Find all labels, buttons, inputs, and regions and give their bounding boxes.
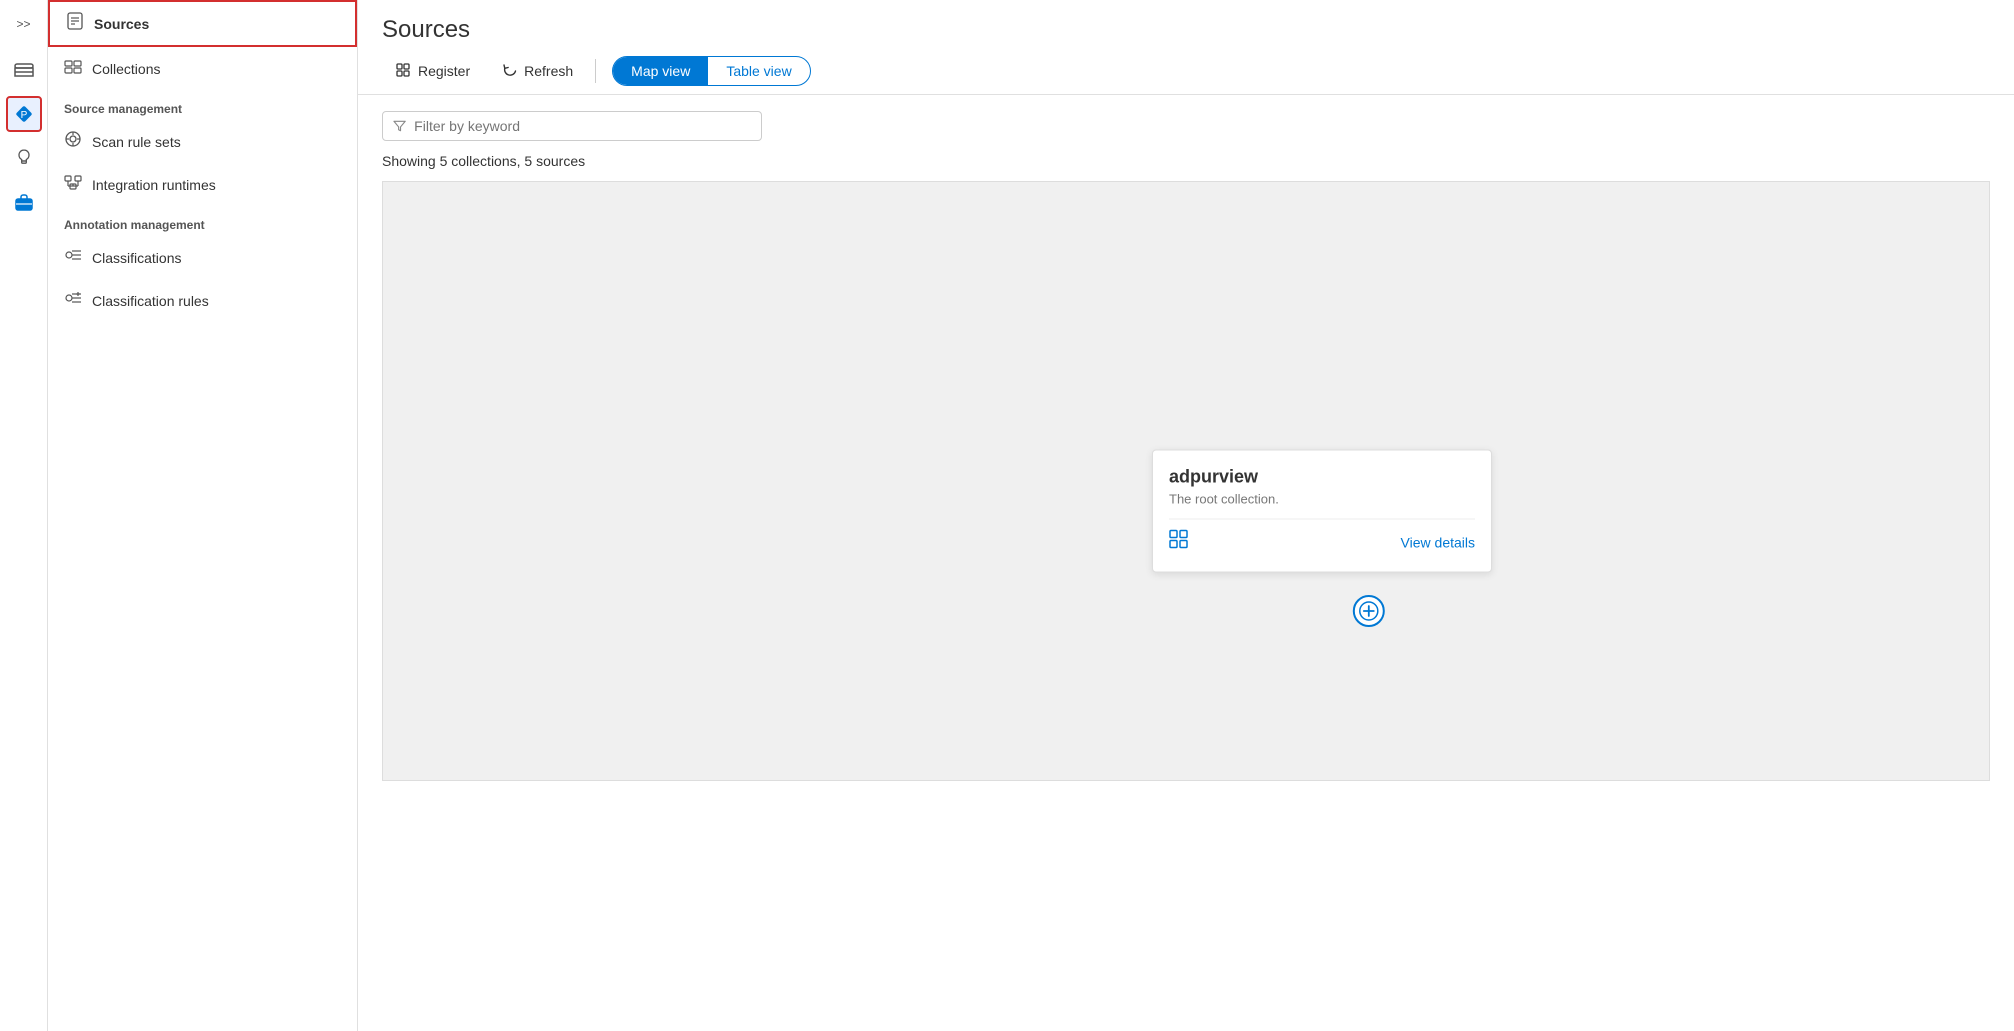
insights-nav-button[interactable] (6, 140, 42, 176)
sources-icon (66, 12, 84, 35)
sources-label: Sources (94, 16, 149, 32)
toolbar: Register Refresh Map view Table view (382, 56, 1990, 94)
register-icon (396, 63, 412, 79)
purview-diamond-icon: P (13, 103, 35, 125)
refresh-button[interactable]: Refresh (488, 57, 587, 85)
classifications-label: Classifications (92, 250, 181, 266)
view-details-link[interactable]: View details (1401, 534, 1475, 550)
toolbar-divider (595, 59, 596, 83)
integration-runtimes-label: Integration runtimes (92, 177, 216, 193)
node-grid-icon (1169, 529, 1189, 555)
svg-text:P: P (20, 110, 27, 121)
scan-rule-sets-icon (64, 130, 82, 153)
table-view-button[interactable]: Table view (708, 57, 809, 85)
collections-icon (64, 57, 82, 80)
database-icon (13, 59, 35, 81)
content-area: Showing 5 collections, 5 sources adpurvi… (358, 95, 2014, 1031)
root-collection-card: adpurview The root collection. View deta… (1152, 449, 1492, 572)
page-title: Sources (382, 16, 1990, 44)
page-header: Sources Register Refresh (358, 0, 2014, 95)
annotation-management-section: Annotation management (48, 206, 357, 236)
source-management-section: Source management (48, 90, 357, 120)
add-child-button[interactable] (1353, 595, 1385, 627)
refresh-icon (502, 63, 518, 79)
sidebar: Sources Collections Source management (48, 0, 358, 1031)
sidebar-item-scan-rule-sets[interactable]: Scan rule sets (48, 120, 357, 163)
view-toggle: Map view Table view (612, 56, 811, 86)
lightbulb-icon (13, 147, 35, 169)
collections-label: Collections (92, 61, 160, 77)
classification-rules-icon (64, 289, 82, 312)
purview-nav-button[interactable]: P (6, 96, 42, 132)
icon-rail: >> P (0, 0, 48, 1031)
node-title: adpurview (1169, 466, 1475, 487)
integration-runtimes-icon (64, 173, 82, 196)
briefcase-icon (13, 191, 35, 213)
map-view-area[interactable]: adpurview The root collection. View deta… (382, 181, 1990, 781)
filter-icon (393, 119, 406, 133)
register-button[interactable]: Register (382, 57, 484, 85)
classification-rules-label: Classification rules (92, 293, 209, 309)
sidebar-item-sources[interactable]: Sources (48, 0, 357, 47)
data-catalog-nav-button[interactable] (6, 52, 42, 88)
main-content: Sources Register Refresh (358, 0, 2014, 1031)
sidebar-item-classifications[interactable]: Classifications (48, 236, 357, 279)
showing-label: Showing 5 collections, 5 sources (382, 153, 1990, 169)
sidebar-item-collections[interactable]: Collections (48, 47, 357, 90)
management-nav-button[interactable] (6, 184, 42, 220)
filter-bar (382, 111, 762, 141)
classifications-icon (64, 246, 82, 269)
sidebar-item-classification-rules[interactable]: Classification rules (48, 279, 357, 322)
filter-input[interactable] (414, 118, 751, 134)
sidebar-item-integration-runtimes[interactable]: Integration runtimes (48, 163, 357, 206)
node-subtitle: The root collection. (1169, 491, 1475, 506)
rail-toggle-button[interactable]: >> (12, 12, 36, 36)
plus-icon (1359, 601, 1379, 621)
scan-rule-sets-label: Scan rule sets (92, 134, 181, 150)
map-view-button[interactable]: Map view (613, 57, 708, 85)
node-card-footer: View details (1169, 518, 1475, 555)
